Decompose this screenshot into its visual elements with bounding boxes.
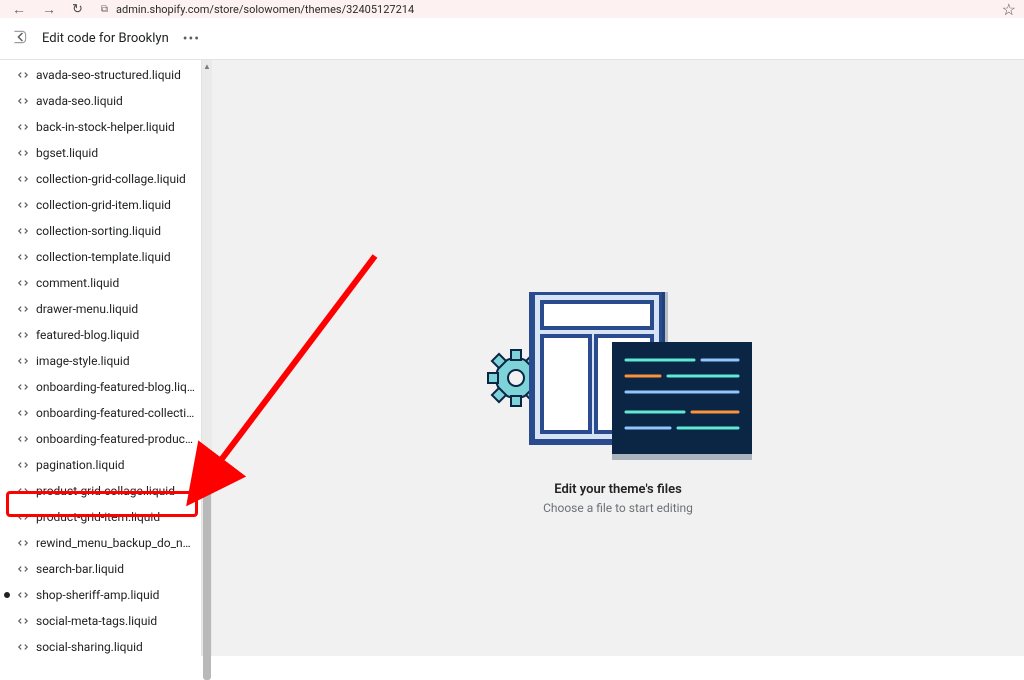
file-label: onboarding-featured-blog.liquid [36, 380, 195, 394]
site-info-icon[interactable]: ⧉ [101, 4, 108, 15]
file-item[interactable]: featured-blog.liquid [0, 322, 201, 348]
code-icon [16, 121, 30, 133]
file-label: product-grid-item.liquid [36, 510, 160, 524]
file-label: shop-sheriff-amp.liquid [36, 588, 159, 602]
code-icon [16, 563, 30, 575]
file-label: social-sharing.liquid [36, 640, 143, 654]
code-icon [16, 147, 30, 159]
bookmark-star-icon[interactable]: ☆ [1002, 0, 1016, 19]
url-text[interactable]: admin.shopify.com/store/solowomen/themes… [116, 3, 414, 16]
code-icon [16, 381, 30, 393]
file-item[interactable]: shop-sheriff-amp.liquid [0, 582, 201, 608]
file-item[interactable]: onboarding-featured-products.liq… [0, 426, 201, 452]
file-item[interactable]: collection-grid-collage.liquid [0, 166, 201, 192]
file-label: bgset.liquid [36, 146, 98, 160]
code-icon [16, 433, 30, 445]
file-item[interactable]: comment.liquid [0, 270, 201, 296]
code-icon [16, 225, 30, 237]
file-label: drawer-menu.liquid [36, 302, 138, 316]
code-icon [16, 329, 30, 341]
back-arrow-icon[interactable]: ← [8, 1, 30, 18]
file-item[interactable]: collection-sorting.liquid [0, 218, 201, 244]
file-item[interactable]: avada-seo-structured.liquid [0, 62, 201, 88]
code-icon [16, 251, 30, 263]
editor-content: Edit your theme's files Choose a file to… [212, 60, 1024, 656]
file-item[interactable]: social-sharing.liquid [0, 634, 201, 656]
empty-state-subtitle: Choose a file to start editing [484, 501, 752, 515]
code-icon [16, 615, 30, 627]
code-icon [16, 537, 30, 549]
code-icon [16, 485, 30, 497]
file-label: onboarding-featured-collections.l… [36, 406, 195, 420]
file-label: collection-template.liquid [36, 250, 171, 264]
code-icon [16, 199, 30, 211]
main-area: avada-seo-structured.liquid avada-seo.liq… [0, 60, 1024, 656]
file-item[interactable]: social-meta-tags.liquid [0, 608, 201, 634]
file-label: back-in-stock-helper.liquid [36, 120, 175, 134]
code-icon [16, 69, 30, 81]
file-item[interactable]: avada-seo.liquid [0, 88, 201, 114]
code-icon [16, 407, 30, 419]
file-item[interactable]: back-in-stock-helper.liquid [0, 114, 201, 140]
file-item[interactable]: collection-template.liquid [0, 244, 201, 270]
file-item[interactable]: collection-grid-item.liquid [0, 192, 201, 218]
page-title: Edit code for Brooklyn [42, 31, 169, 46]
file-label: rewind_menu_backup_do_not_del… [36, 536, 195, 550]
file-item[interactable]: bgset.liquid [0, 140, 201, 166]
file-label: avada-seo-structured.liquid [36, 68, 181, 82]
file-label: featured-blog.liquid [36, 328, 139, 342]
code-icon [16, 511, 30, 523]
file-item[interactable]: drawer-menu.liquid [0, 296, 201, 322]
file-label: pagination.liquid [36, 458, 125, 472]
code-icon [16, 589, 30, 601]
empty-state-illustration [484, 292, 752, 468]
forward-arrow-icon[interactable]: → [38, 1, 60, 18]
file-item[interactable]: search-bar.liquid [0, 556, 201, 582]
file-label: comment.liquid [36, 276, 119, 290]
file-label: onboarding-featured-products.liq… [36, 432, 195, 446]
empty-state: Edit your theme's files Choose a file to… [484, 292, 752, 515]
code-icon [16, 303, 30, 315]
file-label: product-grid-collage.liquid [36, 484, 175, 498]
file-item[interactable]: product-grid-item.liquid [0, 504, 201, 530]
more-actions-icon[interactable]: ••• [183, 31, 200, 47]
file-sidebar: avada-seo-structured.liquid avada-seo.liq… [0, 60, 202, 656]
scroll-up-icon[interactable]: ▲ [202, 62, 212, 70]
browser-address-bar: ← → ↻ ⧉ admin.shopify.com/store/solowome… [0, 0, 1024, 18]
file-label: collection-sorting.liquid [36, 224, 161, 238]
file-label: collection-grid-item.liquid [36, 198, 171, 212]
file-label: collection-grid-collage.liquid [36, 172, 186, 186]
scrollbar-thumb[interactable] [203, 490, 211, 680]
code-icon [16, 173, 30, 185]
editor-topbar: Edit code for Brooklyn ••• [0, 18, 1024, 60]
file-item[interactable]: onboarding-featured-collections.l… [0, 400, 201, 426]
code-icon [16, 459, 30, 471]
file-item[interactable]: product-grid-collage.liquid [0, 478, 201, 504]
file-label: social-meta-tags.liquid [36, 614, 157, 628]
file-label: avada-seo.liquid [36, 94, 123, 108]
file-item[interactable]: rewind_menu_backup_do_not_del… [0, 530, 201, 556]
empty-state-title: Edit your theme's files [484, 482, 752, 497]
file-item[interactable]: pagination.liquid [0, 452, 201, 478]
file-label: search-bar.liquid [36, 562, 124, 576]
code-icon [16, 277, 30, 289]
refresh-icon[interactable]: ↻ [68, 2, 87, 17]
code-icon [16, 641, 30, 653]
file-item[interactable]: image-style.liquid [0, 348, 201, 374]
exit-editor-icon[interactable] [12, 29, 28, 49]
scrollbar-track[interactable]: ▲ [202, 60, 212, 656]
code-icon [16, 355, 30, 367]
file-label: image-style.liquid [36, 354, 130, 368]
modified-dot-icon [4, 592, 10, 598]
code-icon [16, 95, 30, 107]
file-item[interactable]: onboarding-featured-blog.liquid [0, 374, 201, 400]
